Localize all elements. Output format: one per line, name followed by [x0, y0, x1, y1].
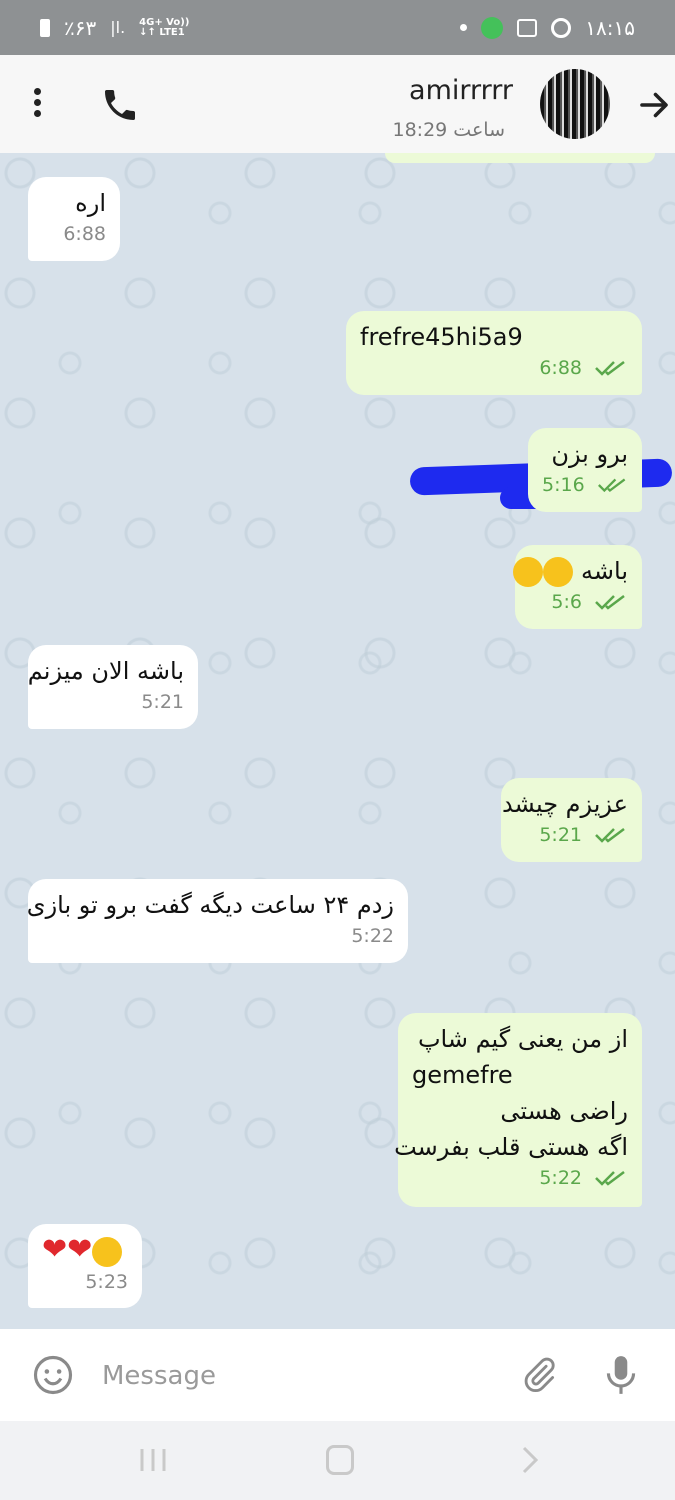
double-check-icon [595, 361, 625, 376]
message-meta: 6:88 [42, 223, 106, 245]
contact-name[interactable]: amirrrrr [409, 75, 513, 106]
grinning-face-emoji-icon [543, 557, 574, 587]
message-line: gemefre [412, 1061, 513, 1089]
emoji-icon[interactable] [32, 1354, 74, 1396]
grinning-face-emoji-icon [513, 557, 544, 587]
message-outgoing[interactable]: از من یعنی گیم شاپ gemefre راضی هستی اگه… [394, 1013, 642, 1207]
home-icon[interactable] [326, 1445, 354, 1475]
message-text: برو بزن [551, 440, 628, 468]
message-time: 6:88 [63, 223, 106, 245]
message-time: 5:16 [542, 474, 585, 496]
system-navigation-bar [0, 1421, 675, 1500]
message-outgoing[interactable]: frefre45hi5a9 6:88 [346, 311, 642, 395]
message-text: عزیزم چیشد [501, 790, 628, 818]
network-bottom: ↓↑ LTE1 [139, 26, 185, 38]
contact-avatar[interactable] [540, 69, 610, 139]
nav-back-icon[interactable] [518, 1445, 542, 1475]
message-outgoing[interactable]: باشه 5:6 [513, 545, 642, 629]
notification-dot-icon [460, 24, 468, 31]
message-time: 5:21 [141, 691, 184, 713]
back-arrow-icon[interactable] [636, 87, 672, 123]
message-time: 5:23 [85, 1271, 128, 1293]
message-text: frefre45hi5a9 [360, 323, 523, 351]
message-outgoing[interactable]: برو بزن 5:16 [528, 428, 642, 512]
double-check-icon [595, 1171, 625, 1186]
microphone-icon[interactable] [602, 1353, 640, 1397]
recent-apps-icon[interactable] [138, 1447, 168, 1473]
message-input[interactable] [100, 1351, 484, 1401]
message-line: راضی هستی [500, 1097, 628, 1125]
double-check-icon [595, 828, 625, 843]
message-meta: 5:16 [542, 474, 628, 496]
chat-messages-area[interactable]: اره 6:88 frefre45hi5a9 6:88 برو بزن 5:16… [0, 153, 675, 1329]
message-line: اگه هستی قلب بفرست [394, 1133, 628, 1161]
signal-icon: |l. [110, 18, 126, 37]
message-text-row: ❤❤ [42, 1232, 128, 1269]
message-outgoing[interactable]: عزیزم چیشد 5:21 [501, 778, 642, 862]
double-check-icon [597, 478, 626, 493]
message-meta: 5:6 [529, 591, 628, 613]
message-meta: 6:88 [360, 357, 628, 379]
paperclip-icon[interactable] [520, 1355, 558, 1395]
message-time: 5:6 [551, 591, 582, 613]
status-left: ٪۶۳ |l. 4G+ Vo)) ↓↑ LTE1 [40, 16, 189, 40]
battery-level: ٪۶۳ [64, 15, 97, 40]
partial-message-bubble [385, 153, 655, 163]
battery-icon [40, 18, 50, 37]
message-time: 5:22 [539, 1167, 582, 1189]
status-right: ۱۸:۱۵ [460, 16, 635, 40]
message-time: 6:88 [539, 357, 582, 379]
double-check-icon [595, 595, 625, 610]
more-menu-icon[interactable] [25, 85, 49, 125]
gallery-icon [517, 18, 538, 37]
message-text: زدم ۲۴ ساعت دیگه گفت برو تو بازی [26, 891, 394, 919]
status-time: ۱۸:۱۵ [585, 15, 635, 40]
message-line: از من یعنی گیم شاپ [417, 1025, 628, 1053]
message-meta: 5:23 [42, 1271, 128, 1293]
message-text: باشه [581, 557, 628, 585]
status-bar: ٪۶۳ |l. 4G+ Vo)) ↓↑ LTE1 ۱۸:۱۵ [0, 0, 675, 55]
message-text: اره [75, 189, 106, 217]
message-incoming[interactable]: اره 6:88 [28, 177, 120, 261]
message-time: 5:21 [539, 824, 582, 846]
message-incoming[interactable]: زدم ۲۴ ساعت دیگه گفت برو تو بازی 5:22 [26, 879, 408, 963]
message-incoming[interactable]: باشه الان میزنم 5:21 [28, 645, 198, 729]
chrome-icon [551, 17, 572, 38]
last-seen-status: ساعت 18:29 [392, 119, 505, 141]
chat-header: amirrrrr ساعت 18:29 [0, 55, 675, 154]
message-time: 5:22 [351, 925, 394, 947]
message-text: از من یعنی گیم شاپ gemefre راضی هستی اگه… [394, 1021, 628, 1165]
message-text: باشه الان میزنم [27, 657, 184, 685]
message-meta: 5:21 [515, 824, 628, 846]
message-meta: 5:22 [42, 925, 394, 947]
message-text-row: باشه [513, 553, 628, 589]
heart-emoji-text: ❤❤ [42, 1232, 93, 1267]
message-input-bar [0, 1329, 675, 1421]
network-indicator: 4G+ Vo)) ↓↑ LTE1 [139, 17, 189, 38]
phone-call-icon[interactable] [100, 85, 140, 125]
saluting-face-emoji-icon [92, 1237, 123, 1267]
message-incoming[interactable]: ❤❤ 5:23 [28, 1224, 142, 1308]
app-notification-icon [481, 16, 504, 39]
message-meta: 5:21 [42, 691, 184, 713]
message-meta: 5:22 [412, 1167, 628, 1189]
